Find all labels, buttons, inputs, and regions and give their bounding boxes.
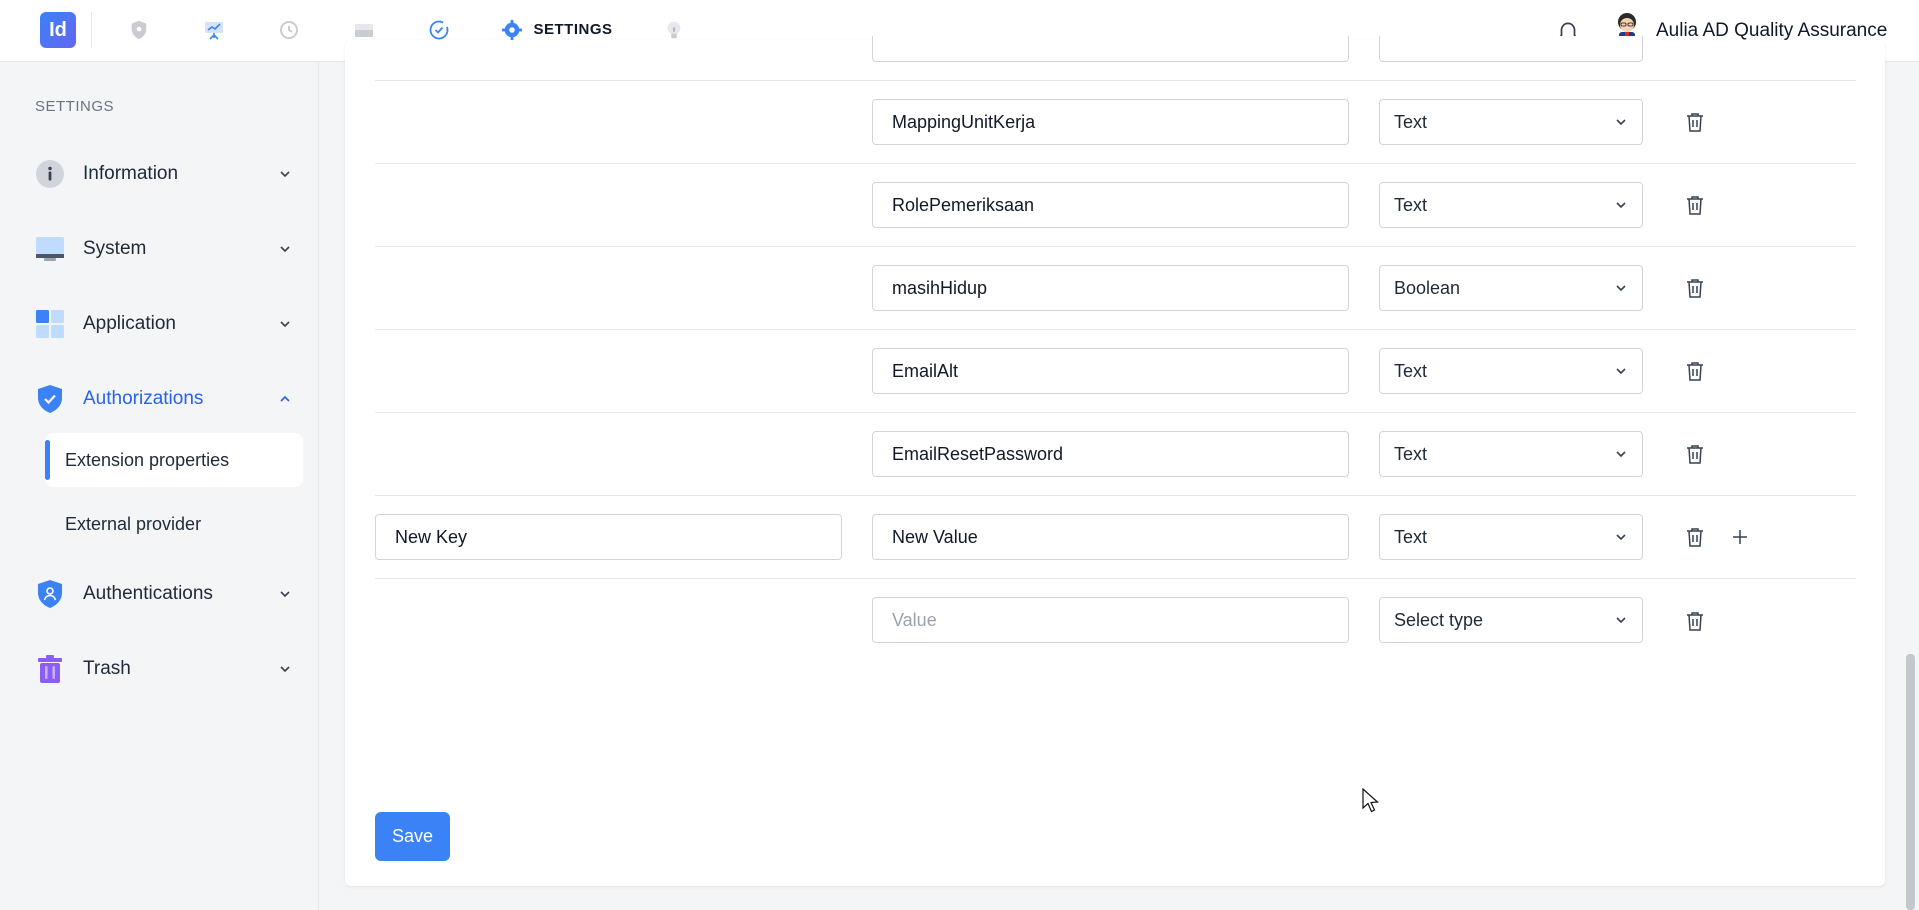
sidebar-item-label: System <box>83 238 147 259</box>
value-input[interactable]: masihHidup <box>872 265 1349 311</box>
value-input[interactable]: RolePemeriksaan <box>872 182 1349 228</box>
check-circle-icon[interactable] <box>427 18 451 42</box>
sidebar-item-system[interactable]: System <box>35 229 295 269</box>
trash-icon <box>35 654 65 684</box>
chevron-down-icon <box>1616 534 1626 541</box>
sidebar-item-label: Information <box>83 163 179 184</box>
type-select-value: Select type <box>1394 609 1484 630</box>
sidebar-subitem-external-provider[interactable]: External provider <box>45 497 303 551</box>
sidebar-subitem-label: External provider <box>65 513 202 534</box>
delete-row-icon[interactable] <box>1684 110 1706 134</box>
type-select-value: Text <box>1394 194 1428 215</box>
row-divider <box>375 246 1856 247</box>
value-input[interactable]: EmailResetPassword <box>872 431 1349 477</box>
sidebar-item-label: Application <box>83 313 176 334</box>
delete-row-icon[interactable] <box>1684 359 1706 383</box>
sidebar-subitem-extension-properties[interactable]: Extension properties <box>45 433 303 487</box>
drive-icon[interactable] <box>352 18 376 42</box>
type-select-partial[interactable] <box>1379 36 1643 62</box>
bulb-icon[interactable] <box>662 18 686 42</box>
row-divider <box>375 80 1856 81</box>
chevron-down-icon <box>275 659 295 679</box>
row-divider <box>375 578 1856 579</box>
sidebar-item-trash[interactable]: Trash <box>35 649 295 689</box>
sidebar-item-label: Authentications <box>83 583 213 604</box>
type-select[interactable]: Text <box>1379 99 1643 145</box>
type-select-value: Boolean <box>1394 277 1461 298</box>
type-select[interactable]: Text <box>1379 182 1643 228</box>
chevron-down-icon <box>1616 451 1626 458</box>
delete-row-icon[interactable] <box>1684 525 1706 549</box>
sidebar-title: SETTINGS <box>35 98 115 115</box>
chevron-down-icon <box>1616 617 1626 624</box>
row-divider <box>375 163 1856 164</box>
history-icon[interactable] <box>277 18 301 42</box>
mouse-cursor-icon <box>1362 787 1380 814</box>
shield-check-icon <box>35 384 65 414</box>
value-input[interactable]: EmailAlt <box>872 348 1349 394</box>
presentation-icon[interactable] <box>202 18 226 42</box>
sidebar-item-information[interactable]: Information <box>35 154 295 194</box>
shield-user-icon <box>35 579 65 609</box>
app-logo[interactable]: Id <box>40 12 76 48</box>
info-icon <box>35 159 65 189</box>
grid-icon <box>35 309 65 339</box>
gear-icon <box>502 19 523 40</box>
page-scrollbar[interactable] <box>1906 654 1915 910</box>
sidebar-item-application[interactable]: Application <box>35 304 295 344</box>
shield-icon[interactable] <box>127 18 151 42</box>
chevron-down-icon <box>275 584 295 604</box>
type-select-value: Text <box>1394 526 1428 547</box>
user-name[interactable]: Aulia AD Quality Assurance <box>1656 20 1887 42</box>
type-select[interactable]: Text <box>1379 348 1643 394</box>
chevron-down-icon <box>275 239 295 259</box>
value-input-partial[interactable] <box>872 36 1349 62</box>
chevron-down-icon <box>275 314 295 334</box>
delete-row-icon[interactable] <box>1684 276 1706 300</box>
monitor-icon <box>35 234 65 264</box>
value-input[interactable]: Value <box>872 597 1349 643</box>
type-select[interactable]: Select type <box>1379 597 1643 643</box>
chevron-down-icon <box>1616 285 1626 292</box>
delete-row-icon[interactable] <box>1684 193 1706 217</box>
add-row-icon[interactable] <box>1729 526 1751 548</box>
chevron-down-icon <box>1616 202 1626 209</box>
row-divider <box>375 495 1856 496</box>
chevron-down-icon <box>1616 368 1626 375</box>
sidebar-item-label: Trash <box>83 658 131 679</box>
row-divider <box>375 412 1856 413</box>
delete-row-icon[interactable] <box>1684 609 1706 633</box>
value-input[interactable]: MappingUnitKerja <box>872 99 1349 145</box>
row-divider <box>375 329 1856 330</box>
type-select[interactable]: Text <box>1379 431 1643 477</box>
chevron-down-icon <box>275 164 295 184</box>
type-select[interactable]: Text <box>1379 514 1643 560</box>
type-select-value: Text <box>1394 443 1428 464</box>
sidebar-item-authorizations[interactable]: Authorizations <box>35 379 295 419</box>
value-input[interactable]: New Value <box>872 514 1349 560</box>
chevron-up-icon <box>275 389 295 409</box>
save-button[interactable]: Save <box>375 812 450 861</box>
sidebar-subitem-label: Extension properties <box>65 449 230 470</box>
sidebar-item-authentications[interactable]: Authentications <box>35 574 295 614</box>
logo-divider <box>91 12 92 48</box>
key-input[interactable]: New Key <box>375 514 842 560</box>
delete-row-icon[interactable] <box>1684 442 1706 466</box>
type-select-value: Text <box>1394 111 1428 132</box>
type-select[interactable]: Boolean <box>1379 265 1643 311</box>
tab-settings-label: SETTINGS <box>533 21 613 38</box>
sidebar-item-label: Authorizations <box>83 388 204 409</box>
type-select-value: Text <box>1394 360 1428 381</box>
chevron-down-icon <box>1616 119 1626 126</box>
